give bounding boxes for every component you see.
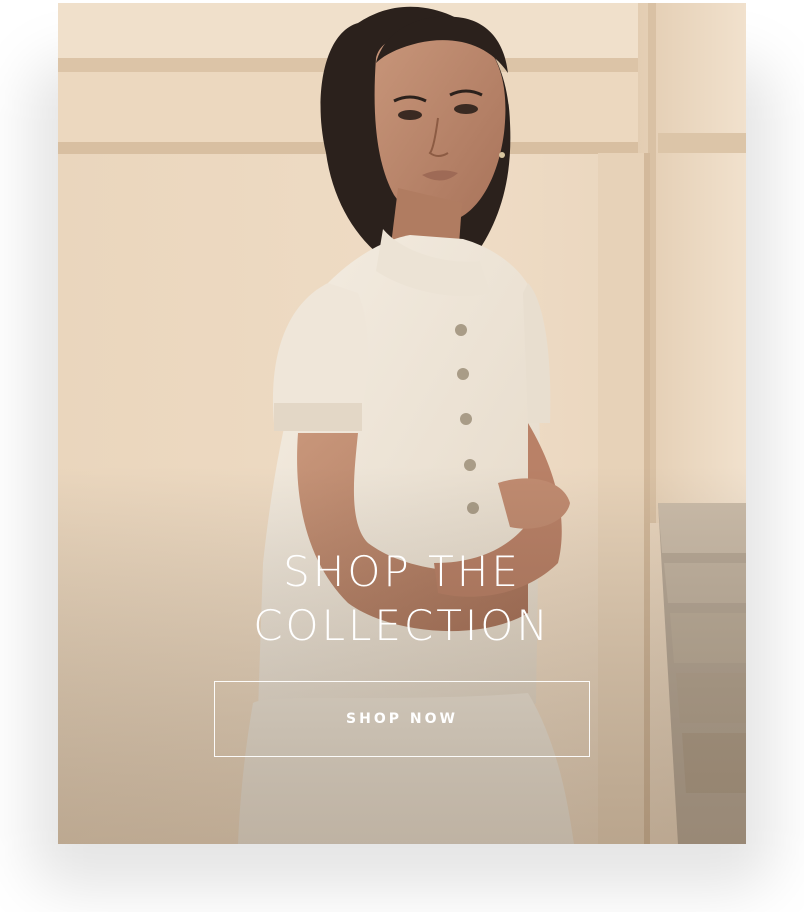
promo-page: SHOP THE COLLECTION SHOP NOW	[0, 0, 804, 912]
shop-now-label: SHOP NOW	[346, 711, 458, 727]
shop-now-button[interactable]: SHOP NOW	[214, 681, 590, 757]
headline-line-1: SHOP THE	[283, 547, 521, 596]
hero-banner[interactable]: SHOP THE COLLECTION SHOP NOW	[58, 3, 746, 844]
headline-line-2: COLLECTION	[253, 601, 551, 650]
